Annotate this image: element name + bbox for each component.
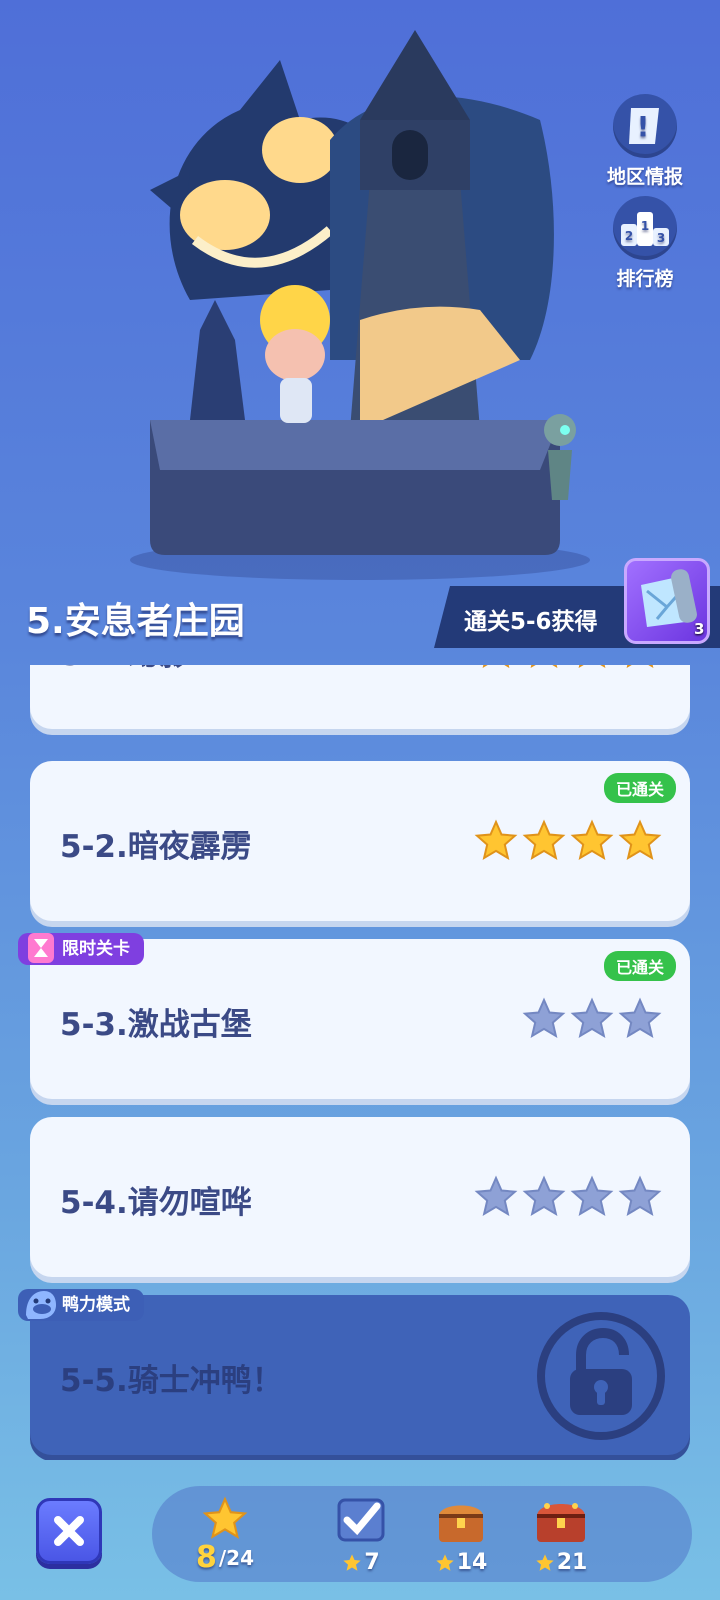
star-filled-icon: [578, 665, 606, 669]
level-card-5-4[interactable]: 5-4.请勿喧哗: [30, 1117, 690, 1277]
stars-total: /24: [218, 1545, 254, 1570]
level-name: 5-2.暗夜霹雳: [60, 829, 252, 865]
star-filled-icon: [618, 819, 662, 861]
star-filled-icon: [626, 665, 654, 669]
duck-mode-tag: 鸭力模式: [18, 1289, 144, 1321]
haunted-castle-illustration: [130, 30, 590, 580]
hourglass-icon: [28, 933, 54, 963]
milestone-stars: 14: [456, 1550, 488, 1575]
scroll-icon: !: [613, 94, 677, 158]
star-empty-icon: [522, 1175, 566, 1217]
leaderboard-label: 排行榜: [616, 268, 674, 290]
level-name: 5-1.幻影: [60, 665, 190, 674]
star-filled-icon: [522, 819, 566, 861]
level-stars: [474, 819, 662, 863]
level-card-5-2[interactable]: 已通关 5-2.暗夜霹雳: [30, 761, 690, 921]
cleared-badge: 已通关: [603, 773, 676, 803]
milestone-reward-2[interactable]: 14: [416, 1496, 506, 1575]
star-small-icon: [343, 1553, 361, 1571]
level-card-5-1[interactable]: 5-1.幻影: [30, 665, 690, 729]
star-total-counter: 8 /24: [180, 1496, 270, 1575]
milestone-stars: 21: [556, 1550, 588, 1575]
cleared-badge: 已通关: [603, 951, 676, 981]
level-stars: [522, 997, 662, 1041]
timed-level-tag: 限时关卡: [18, 933, 144, 965]
star-empty-icon: [618, 1175, 662, 1217]
region-title: 5.安息者庄园: [26, 601, 245, 642]
level-name: 5-3.激战古堡: [60, 1007, 252, 1043]
svg-text:2: 2: [625, 229, 633, 243]
chest-icon: [439, 1505, 483, 1542]
star-filled-icon: [482, 665, 510, 669]
level-list[interactable]: 5-1.幻影 已通关 5-2.暗夜霹雳 限时关卡 已通关 5-3.激战古堡: [0, 665, 720, 1460]
star-empty-icon: [474, 1175, 518, 1217]
star-empty-icon: [570, 1175, 614, 1217]
close-button[interactable]: [36, 1498, 102, 1564]
reward-count: 3: [694, 620, 705, 638]
svg-text:1: 1: [641, 219, 649, 233]
milestone-reward-3[interactable]: 21: [516, 1496, 606, 1575]
padlock-icon: [537, 1312, 665, 1440]
duck-mode-tag-label: 鸭力模式: [62, 1295, 130, 1315]
level-stars: [474, 665, 662, 671]
milestone-reward-1[interactable]: 7: [316, 1496, 406, 1575]
star-small-icon: [536, 1553, 554, 1571]
star-empty-icon: [570, 997, 614, 1039]
leaderboard-button[interactable]: 2 1 3 排行榜: [590, 196, 700, 291]
region-intel-label: 地区情报: [606, 166, 683, 188]
big-chest-icon: [537, 1503, 585, 1542]
milestone-stars: 7: [364, 1550, 380, 1575]
svg-text:3: 3: [657, 231, 665, 245]
checkmark-icon: [337, 1498, 385, 1542]
star-filled-icon: [202, 1496, 248, 1539]
region-intel-button[interactable]: ! 地区情报: [590, 94, 700, 189]
level-stars: [474, 1175, 662, 1219]
star-empty-icon: [618, 997, 662, 1039]
timed-level-tag-label: 限时关卡: [62, 939, 130, 959]
level-name: 5-5.骑士冲鸭！: [60, 1363, 283, 1399]
region-illustration: [0, 0, 720, 600]
podium-icon: 2 1 3: [613, 196, 677, 260]
star-filled-icon: [530, 665, 558, 669]
stars-collected: 8: [195, 1540, 217, 1575]
star-empty-icon: [522, 997, 566, 1039]
star-small-icon: [436, 1553, 454, 1571]
star-filled-icon: [570, 819, 614, 861]
close-icon: [54, 1516, 84, 1546]
star-filled-icon: [474, 819, 518, 861]
reward-condition-text: 通关5-6获得: [464, 609, 598, 635]
svg-text:!: !: [637, 110, 650, 143]
level-name: 5-4.请勿喧哗: [60, 1185, 252, 1221]
duck-icon: [26, 1291, 56, 1319]
